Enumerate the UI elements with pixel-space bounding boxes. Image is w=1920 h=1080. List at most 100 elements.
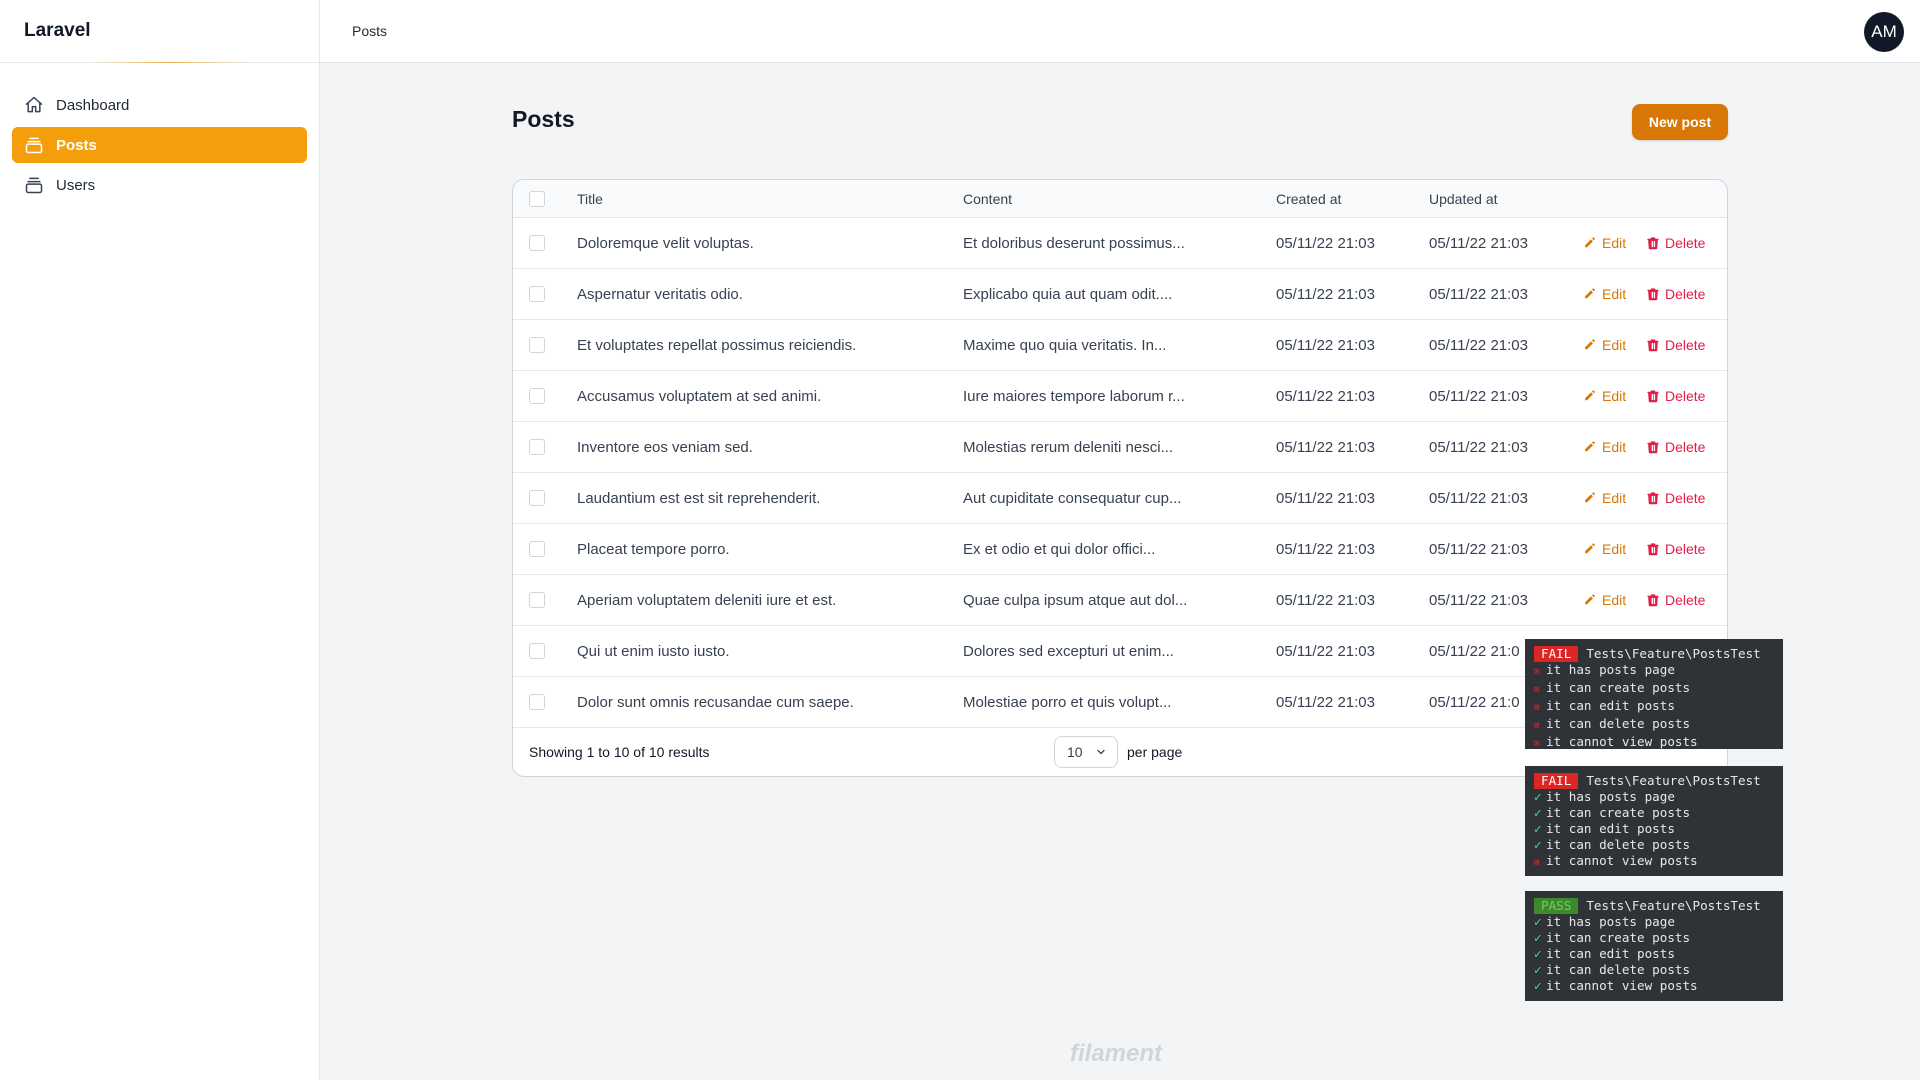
cell-content: Dolores sed excepturi ut enim... xyxy=(963,642,1174,660)
edit-button[interactable]: Edit xyxy=(1583,575,1626,625)
delete-button[interactable]: Delete xyxy=(1646,473,1705,523)
table-row[interactable]: Placeat tempore porro. Ex et odio et qui … xyxy=(513,524,1727,575)
sidebar-item-dashboard[interactable]: Dashboard xyxy=(12,87,307,123)
check-icon: ✓ xyxy=(1534,946,1542,961)
cell-title: Accusamus voluptatem at sed animi. xyxy=(577,387,822,405)
row-checkbox[interactable] xyxy=(529,388,545,404)
edit-button[interactable]: Edit xyxy=(1583,218,1626,268)
cell-updated-at: 05/11/22 21:03 xyxy=(1429,489,1528,507)
edit-label: Edit xyxy=(1602,286,1627,302)
test-name: it cannot view posts xyxy=(1546,978,1698,993)
row-checkbox[interactable] xyxy=(529,694,545,710)
test-result-line: ✓ it can create posts xyxy=(1534,930,1774,946)
breadcrumb[interactable]: Posts xyxy=(352,23,387,39)
delete-label: Delete xyxy=(1665,286,1706,302)
cell-title: Dolor sunt omnis recusandae cum saepe. xyxy=(577,693,854,711)
cross-icon: ⊠ xyxy=(1534,721,1540,731)
row-checkbox[interactable] xyxy=(529,643,545,659)
cross-icon: ⊠ xyxy=(1534,667,1540,677)
check-icon: ✓ xyxy=(1534,930,1542,945)
row-checkbox[interactable] xyxy=(529,286,545,302)
suite-name: Tests\Feature\PostsTest xyxy=(1586,646,1761,661)
row-checkbox[interactable] xyxy=(529,592,545,608)
collection-icon xyxy=(24,175,44,195)
edit-button[interactable]: Edit xyxy=(1583,269,1626,319)
delete-button[interactable]: Delete xyxy=(1646,575,1705,625)
cell-content: Iure maiores tempore laborum r... xyxy=(963,387,1185,405)
brand-logo[interactable]: Laravel xyxy=(0,0,319,63)
edit-button[interactable]: Edit xyxy=(1583,320,1626,370)
test-result-line: ✓ it can edit posts xyxy=(1534,946,1774,962)
delete-button[interactable]: Delete xyxy=(1646,320,1705,370)
cell-title: Placeat tempore porro. xyxy=(577,540,730,558)
filament-logo: filament xyxy=(1070,1040,1163,1067)
test-result-line: ⊠ it can create posts xyxy=(1534,680,1774,698)
delete-label: Delete xyxy=(1665,592,1706,608)
table-row[interactable]: Et voluptates repellat possimus reiciend… xyxy=(513,320,1727,371)
select-all-checkbox[interactable] xyxy=(529,190,545,207)
sidebar-item-posts[interactable]: Posts xyxy=(12,127,307,163)
edit-label: Edit xyxy=(1602,439,1627,455)
table-row[interactable]: Doloremque velit voluptas. Et doloribus d… xyxy=(513,218,1727,269)
new-post-button[interactable]: New post xyxy=(1632,104,1728,140)
page-title: Posts xyxy=(512,106,575,132)
cell-content: Et doloribus deserunt possimus... xyxy=(963,234,1185,252)
table-row[interactable]: Inventore eos veniam sed. Molestias rerum… xyxy=(513,422,1727,473)
cell-created-at: 05/11/22 21:03 xyxy=(1276,591,1375,609)
pencil-icon xyxy=(1583,542,1602,556)
cell-content: Molestiae porro et quis volupt... xyxy=(963,693,1172,711)
row-checkbox[interactable] xyxy=(529,541,545,557)
delete-button[interactable]: Delete xyxy=(1646,218,1705,268)
row-checkbox[interactable] xyxy=(529,490,545,506)
pencil-icon xyxy=(1583,338,1602,352)
column-header-title[interactable]: Title xyxy=(577,180,603,217)
column-header-created-at[interactable]: Created at xyxy=(1276,180,1341,217)
edit-button[interactable]: Edit xyxy=(1583,473,1626,523)
delete-button[interactable]: Delete xyxy=(1646,371,1705,421)
check-icon: ✓ xyxy=(1534,805,1542,820)
cell-updated-at: 05/11/22 21:03 xyxy=(1429,387,1528,405)
table-row[interactable]: Aperiam voluptatem deleniti iure et est.… xyxy=(513,575,1727,626)
delete-button[interactable]: Delete xyxy=(1646,524,1705,574)
delete-label: Delete xyxy=(1665,439,1706,455)
delete-button[interactable]: Delete xyxy=(1646,422,1705,472)
check-icon: ✓ xyxy=(1534,962,1542,977)
column-header-updated-at[interactable]: Updated at xyxy=(1429,180,1498,217)
edit-label: Edit xyxy=(1602,541,1627,557)
edit-button[interactable]: Edit xyxy=(1583,371,1626,421)
table-row[interactable]: Accusamus voluptatem at sed animi. Iure m… xyxy=(513,371,1727,422)
sidebar-item-label: Posts xyxy=(56,136,97,154)
test-name: it can delete posts xyxy=(1546,716,1691,731)
edit-button[interactable]: Edit xyxy=(1583,422,1626,472)
row-checkbox[interactable] xyxy=(529,439,545,455)
avatar[interactable]: AM xyxy=(1864,12,1904,52)
cell-title: Et voluptates repellat possimus reiciend… xyxy=(577,336,857,354)
test-suite-line: FAIL Tests\Feature\PostsTest xyxy=(1534,646,1774,662)
cell-created-at: 05/11/22 21:03 xyxy=(1276,693,1375,711)
edit-label: Edit xyxy=(1602,490,1627,506)
cell-title: Laudantium est est sit reprehenderit. xyxy=(577,489,821,507)
row-checkbox[interactable] xyxy=(529,337,545,353)
delete-button[interactable]: Delete xyxy=(1646,269,1705,319)
column-header-content[interactable]: Content xyxy=(963,180,1012,217)
row-checkbox[interactable] xyxy=(529,235,545,251)
per-page-select[interactable]: 10 xyxy=(1054,736,1118,768)
test-output-panel: FAIL Tests\Feature\PostsTest ⊠ it has posts… xyxy=(1525,639,1783,749)
pencil-icon xyxy=(1583,389,1602,403)
per-page-value: 10 xyxy=(1067,744,1083,760)
test-name: it cannot view posts xyxy=(1546,853,1698,868)
edit-button[interactable]: Edit xyxy=(1583,524,1626,574)
cell-created-at: 05/11/22 21:03 xyxy=(1276,234,1375,252)
test-result-line: ✓ it has posts page xyxy=(1534,914,1774,930)
sidebar-item-users[interactable]: Users xyxy=(12,167,307,203)
cell-content: Aut cupiditate consequatur cup... xyxy=(963,489,1182,507)
test-result-line: ✓ it cannot view posts xyxy=(1534,978,1774,994)
trash-icon xyxy=(1646,389,1665,403)
per-page-label: per page xyxy=(1127,744,1183,760)
trash-icon xyxy=(1646,593,1665,607)
check-icon: ✓ xyxy=(1534,837,1542,852)
table-row[interactable]: Laudantium est est sit reprehenderit. Aut… xyxy=(513,473,1727,524)
table-row[interactable]: Aspernatur veritatis odio. Explicabo quia… xyxy=(513,269,1727,320)
edit-label: Edit xyxy=(1602,337,1627,353)
cell-content: Quae culpa ipsum atque aut dol... xyxy=(963,591,1188,609)
